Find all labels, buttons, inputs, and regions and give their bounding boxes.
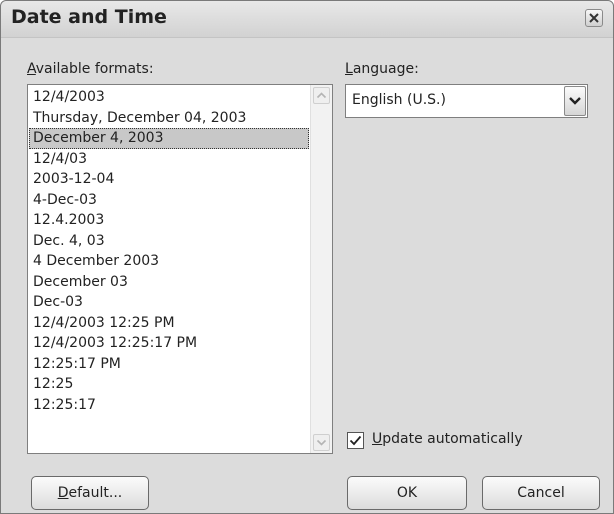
format-item[interactable]: 12.4.2003 [29,210,309,231]
format-item[interactable]: Dec-03 [29,292,309,313]
close-icon [589,13,599,23]
date-and-time-dialog: Date and Time Available formats: 12/4/20… [0,0,614,514]
vertical-scrollbar[interactable] [310,85,332,453]
default-button[interactable]: Default... [31,476,149,510]
format-item[interactable]: December 4, 2003 [29,128,309,149]
update-automatically-checkbox[interactable] [347,432,364,449]
language-label: Language: [345,61,419,77]
ok-button[interactable]: OK [347,476,467,510]
title-bar: Date and Time [1,1,613,38]
language-select[interactable]: English (U.S.) [345,84,588,118]
close-button[interactable] [585,9,603,27]
scroll-down-arrow-icon [316,439,327,446]
format-items: 12/4/2003 Thursday, December 04, 2003 Dece… [29,87,309,415]
language-dropdown-button[interactable] [564,86,586,116]
scroll-up-arrow-icon [316,92,327,99]
language-value: English (U.S.) [352,92,446,108]
dropdown-arrow-icon [569,97,581,105]
format-item[interactable]: 12/4/03 [29,149,309,170]
format-item[interactable]: 12:25:17 PM [29,354,309,375]
scroll-down-button[interactable] [313,434,330,451]
dialog-title: Date and Time [11,6,167,28]
available-formats-list[interactable]: 12/4/2003 Thursday, December 04, 2003 Dece… [27,84,333,454]
format-item[interactable]: Dec. 4, 03 [29,231,309,252]
format-item[interactable]: 12:25 [29,374,309,395]
scroll-up-button[interactable] [313,87,330,104]
format-item[interactable]: 12/4/2003 [29,87,309,108]
format-item[interactable]: December 03 [29,272,309,293]
format-item[interactable]: 4 December 2003 [29,251,309,272]
format-item[interactable]: 2003-12-04 [29,169,309,190]
available-formats-label: Available formats: [27,61,154,77]
format-item[interactable]: Thursday, December 04, 2003 [29,108,309,129]
update-automatically-label[interactable]: Update automatically [372,431,523,447]
checkmark-icon [349,435,362,446]
format-item[interactable]: 12/4/2003 12:25 PM [29,313,309,334]
format-item[interactable]: 12/4/2003 12:25:17 PM [29,333,309,354]
format-item[interactable]: 12:25:17 [29,395,309,416]
format-item[interactable]: 4-Dec-03 [29,190,309,211]
cancel-button[interactable]: Cancel [482,476,600,510]
